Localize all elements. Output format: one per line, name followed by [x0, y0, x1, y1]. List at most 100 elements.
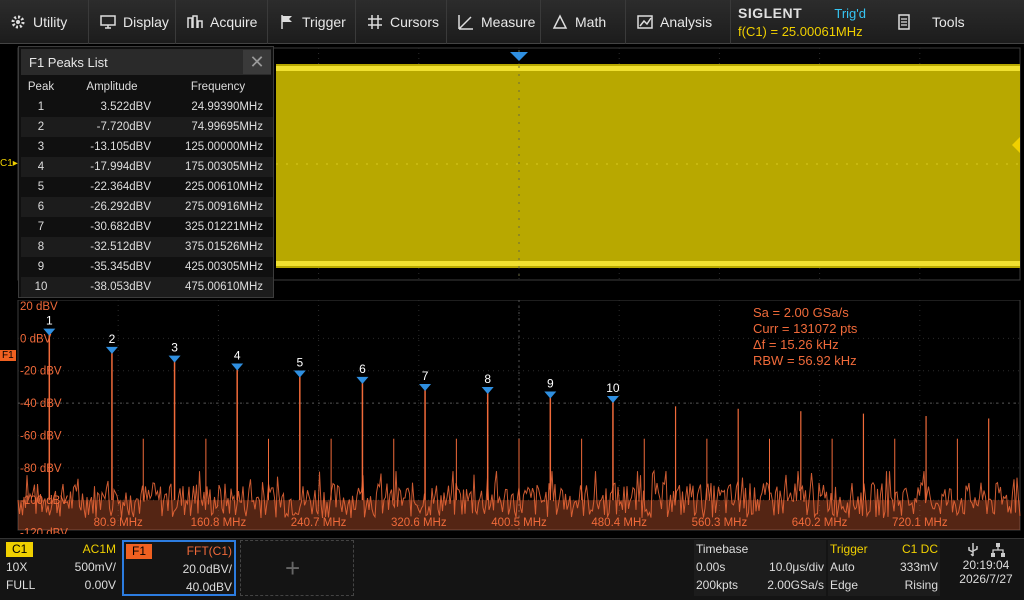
usb-icon[interactable]: [966, 542, 980, 558]
trigger-slope: Rising: [904, 578, 938, 592]
f1-info-block[interactable]: F1 FFT(C1) 20.0dBV/ 40.0dBV: [122, 540, 236, 596]
fft-peak-label: 1: [46, 314, 53, 328]
brand-logo: SIGLENT: [738, 5, 803, 21]
f1-scale: 20.0dBV/: [182, 562, 232, 576]
peak-frequency: 175.00305MHz: [163, 157, 273, 177]
menu-analysis[interactable]: Analysis: [627, 0, 731, 44]
peak-amplitude: -7.720dBV: [61, 117, 163, 137]
trigger-title: Trigger: [830, 542, 868, 556]
fft-x-tick-label: 720.1 MHz: [892, 517, 948, 529]
menu-trigger[interactable]: Trigger: [269, 0, 356, 44]
fft-peak-marker: [356, 376, 369, 384]
clock-date: 2026/7/27: [959, 572, 1013, 586]
menu-trigger-label: Trigger: [302, 14, 346, 30]
peak-row[interactable]: 1 3.522dBV 24.99390MHz: [21, 97, 273, 117]
brand-status: SIGLENT Trig'd f(C1) = 25.00061MHz: [734, 0, 872, 44]
fft-peak-label: 9: [547, 377, 554, 391]
fft-x-tick-label: 560.3 MHz: [692, 517, 748, 529]
peak-row[interactable]: 6 -26.292dBV 275.00916MHz: [21, 197, 273, 217]
fft-peak-label: 7: [422, 369, 429, 383]
peak-number: 1: [37, 101, 45, 113]
f1-reference: 40.0dBV: [185, 580, 232, 594]
trigger-position-marker[interactable]: [510, 52, 528, 61]
ch1-waveform-envelope: [276, 64, 1020, 268]
fft-y-tick-label: -80 dBV: [20, 463, 62, 475]
peak-number: 4: [21, 157, 61, 177]
menu-tools[interactable]: Tools: [874, 0, 1024, 44]
trigger-source: C1 DC: [901, 542, 938, 556]
timebase-title: Timebase: [696, 542, 749, 556]
peak-amplitude: -30.682dBV: [90, 221, 151, 233]
fft-y-tick-label: -120 dBV: [20, 528, 68, 534]
fft-peak-label: 10: [606, 381, 620, 395]
menu-math[interactable]: Math: [542, 0, 626, 44]
menu-utility[interactable]: Utility: [0, 0, 89, 44]
peak-row[interactable]: 9 -35.345dBV 425.00305MHz: [21, 257, 273, 277]
peak-amplitude: -17.994dBV: [61, 157, 163, 177]
fft-x-tick-label: 240.7 MHz: [291, 517, 347, 529]
ch1-bandwidth: FULL: [6, 578, 36, 592]
ch1-offset: 0.00V: [84, 578, 116, 592]
peak-number: 5: [37, 181, 45, 193]
peak-frequency: 125.00000MHz: [185, 141, 263, 153]
peak-row[interactable]: 3 -13.105dBV 125.00000MHz: [21, 137, 273, 157]
f1-tag: F1: [126, 543, 153, 559]
fft-peak-label: 4: [234, 348, 241, 362]
fft-view[interactable]: 1 2 3 4 5 6 7 8 9 10 20 dBV 0 dBV -20 dBV -40 dBV -60…: [0, 300, 1024, 534]
peak-row[interactable]: 7 -30.682dBV 325.01221MHz: [21, 217, 273, 237]
menu-cursors-label: Cursors: [390, 14, 440, 30]
ch1-offset-marker[interactable]: C1▸: [0, 158, 18, 169]
fft-peak-marker: [168, 355, 181, 363]
peak-number: 6: [21, 197, 61, 217]
ch1-probe: 10X: [6, 560, 28, 574]
menu-acquire-label: Acquire: [210, 14, 258, 30]
menu-measure[interactable]: Measure: [448, 0, 541, 44]
menu-analysis-label: Analysis: [660, 14, 713, 30]
analysis-icon: [637, 15, 653, 29]
peak-row[interactable]: 8 -32.512dBV 375.01526MHz: [21, 237, 273, 257]
peak-row[interactable]: 10 -38.053dBV 475.00610MHz: [21, 277, 273, 297]
col-frequency: Frequency: [190, 81, 246, 93]
trigger-block[interactable]: Trigger C1 DC Auto 333mV Edge Rising: [828, 540, 940, 596]
peak-row[interactable]: 2 -7.720dBV 74.99695MHz: [21, 117, 273, 137]
fft-y-tick-label: -60 dBV: [20, 430, 62, 442]
ch1-info-block[interactable]: C1 AC1M 10X 500mV/ FULL 0.00V: [4, 540, 118, 596]
peaks-list-title: F1 Peaks List: [29, 54, 108, 70]
peak-frequency: 425.00305MHz: [185, 261, 263, 273]
menu-tools-label: Tools: [932, 14, 965, 30]
timebase-points: 200kpts: [696, 578, 739, 592]
fft-y-tick-label: 20 dBV: [20, 301, 58, 313]
menu-cursors[interactable]: Cursors: [357, 0, 447, 44]
fft-peak-label: 3: [171, 341, 178, 355]
menu-bar: Utility Display Acquire Trigger Cursors …: [0, 0, 1024, 44]
trigger-status: Trig'd: [834, 5, 866, 21]
timebase-block[interactable]: Timebase 0.00s 10.0μs/div 200kpts 2.00GSa/…: [694, 540, 826, 596]
fft-x-tick-label: 640.2 MHz: [792, 517, 848, 529]
menu-acquire[interactable]: Acquire: [177, 0, 268, 44]
menu-display[interactable]: Display: [90, 0, 176, 44]
peak-amplitude: -38.053dBV: [61, 277, 163, 297]
plus-icon: +: [285, 553, 301, 583]
fft-peak-marker: [544, 391, 557, 399]
peak-frequency: 74.99695MHz: [163, 117, 273, 137]
peak-frequency: 24.99390MHz: [191, 101, 263, 113]
fft-peak-label: 8: [484, 372, 491, 386]
peak-number: 9: [37, 261, 45, 273]
peak-number: 8: [21, 237, 61, 257]
measure-icon: [458, 15, 473, 30]
menu-display-label: Display: [123, 14, 169, 30]
peaks-list-panel[interactable]: F1 Peaks List ✕ Peak Amplitude Frequency…: [18, 46, 274, 298]
tools-icon: [898, 14, 910, 30]
peak-number: 2: [21, 117, 61, 137]
trigger-mode: Auto: [830, 560, 855, 574]
peak-number: 3: [37, 141, 45, 153]
ch1-waveform-top: [276, 66, 1020, 71]
close-icon[interactable]: ✕: [243, 50, 271, 74]
peak-row[interactable]: 4 -17.994dBV 175.00305MHz: [21, 157, 273, 177]
frequency-readout: f(C1) = 25.00061MHz: [738, 24, 863, 39]
peak-amplitude: -35.345dBV: [90, 261, 151, 273]
peak-row[interactable]: 5 -22.364dBV 225.00610MHz: [21, 177, 273, 197]
add-channel-slot[interactable]: +: [240, 540, 354, 596]
monitor-icon: [100, 15, 116, 29]
network-icon[interactable]: [990, 542, 1006, 558]
